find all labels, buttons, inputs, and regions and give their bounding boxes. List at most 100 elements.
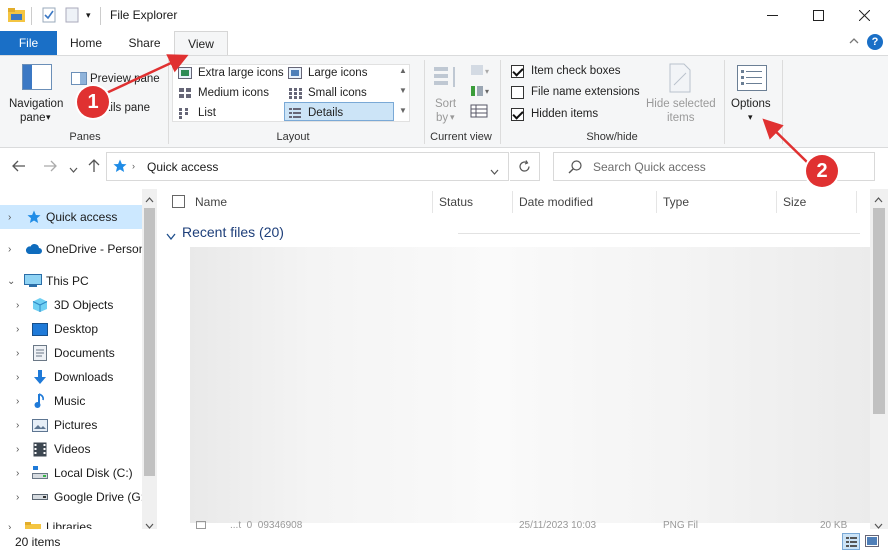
sort-by-button[interactable]: Sort [435,98,456,110]
recent-locations-chevron-icon[interactable] [69,162,78,176]
details-pane-button[interactable]: ails pane [104,102,150,114]
layout-expand-icon[interactable]: ▼ [399,106,407,115]
preview-pane-button[interactable]: Preview pane [90,73,160,85]
address-bar[interactable]: › Quick access [106,152,509,181]
group-header-recent-files[interactable]: Recent files (20) [182,224,284,240]
expand-chevron-icon[interactable]: › [8,244,11,255]
sidebar-item-this-pc[interactable]: ⌄ This PC [0,269,142,293]
sidebar-item-label: 3D Objects [54,298,114,312]
large-icons-icon [288,67,302,82]
layout-scroll-up-icon[interactable]: ▲ [399,66,407,75]
sidebar-item-onedrive[interactable]: › OneDrive - Person [0,237,142,261]
details-view-toggle-icon[interactable] [842,533,860,550]
back-arrow-icon[interactable] [12,160,26,175]
layout-scroll-down-icon[interactable]: ▼ [399,86,407,95]
navigation-pane-dropdown-icon[interactable]: ▾ [46,112,51,123]
tab-share[interactable]: Share [117,31,172,55]
address-path[interactable]: Quick access [147,160,218,174]
group-label-panes: Panes [69,131,101,143]
new-folder-icon[interactable] [64,7,80,25]
sort-by-dropdown-icon[interactable]: ▾ [450,112,455,123]
layout-list[interactable]: List [198,107,216,119]
sidebar-item-quick-access[interactable]: › Quick access [0,205,142,229]
minimize-button[interactable] [749,0,795,31]
address-separator-icon[interactable]: › [132,161,135,171]
sidebar-item-videos[interactable]: › Videos [0,437,142,461]
options-dropdown-icon[interactable]: ▾ [748,112,753,123]
sidebar-item-music[interactable]: › Music [0,389,142,413]
close-button[interactable] [841,0,887,31]
sidebar-item-documents[interactable]: › Documents [0,341,142,365]
tab-view[interactable]: View [174,31,228,56]
refresh-button[interactable] [510,152,540,181]
navigation-pane-button[interactable]: Navigation [9,98,63,110]
tab-home[interactable]: Home [60,31,112,55]
layout-small-icons[interactable]: Small icons [308,87,367,99]
size-columns-icon[interactable] [470,104,488,121]
file-name-extensions-label[interactable]: File name extensions [531,86,640,98]
hide-selected-items-button[interactable]: Hide selected [646,98,716,110]
sidebar-item-pictures[interactable]: › Pictures [0,413,142,437]
hidden-items-label[interactable]: Hidden items [531,108,598,120]
sidebar-item-3d-objects[interactable]: › 3D Objects [0,293,142,317]
navigation-pane-button-line2[interactable]: pane [20,112,46,124]
drive-icon [32,494,48,500]
collapse-chevron-icon[interactable]: ⌄ [7,276,15,287]
sidebar-scroll-up-icon[interactable] [145,192,154,206]
expand-chevron-icon[interactable]: › [8,522,11,530]
options-button[interactable]: Options [731,98,771,110]
sidebar-scroll-thumb[interactable] [144,208,155,476]
item-check-boxes-label[interactable]: Item check boxes [531,65,620,77]
add-columns-icon[interactable]: ▾ [470,84,492,101]
column-header-size[interactable]: Size [783,189,853,215]
expand-chevron-icon[interactable]: › [16,348,19,359]
expand-chevron-icon[interactable]: › [8,212,11,223]
expand-chevron-icon[interactable]: › [16,300,19,311]
quick-access-dropdown-icon[interactable]: ▾ [86,10,91,28]
layout-medium-icons[interactable]: Medium icons [198,87,269,99]
search-input[interactable]: Search Quick access [593,160,706,174]
help-icon[interactable]: ? [867,34,883,50]
expand-chevron-icon[interactable]: › [16,420,19,431]
hide-selected-items-icon [668,63,692,96]
sidebar-item-google-drive[interactable]: › Google Drive (G: [0,485,142,509]
column-header-date-modified[interactable]: Date modified [519,189,649,215]
address-dropdown-icon[interactable] [490,164,499,178]
sidebar-item-local-disk[interactable]: › Local Disk (C:) [0,461,142,485]
item-check-boxes-checkbox[interactable] [511,65,524,78]
hide-selected-items-button-line2[interactable]: items [667,112,694,124]
maximize-button[interactable] [795,0,841,31]
select-all-checkbox[interactable] [172,195,185,208]
expand-chevron-icon[interactable]: › [16,372,19,383]
layout-large-icons[interactable]: Large icons [308,67,367,79]
tab-file[interactable]: File [0,31,57,55]
layout-extra-large-icons[interactable]: Extra large icons [198,67,284,79]
divider [782,60,783,144]
expand-chevron-icon[interactable]: › [16,492,19,503]
expand-chevron-icon[interactable]: › [16,444,19,455]
sidebar-item-downloads[interactable]: › Downloads [0,365,142,389]
sidebar-item-libraries[interactable]: › Libraries [0,515,142,529]
layout-details[interactable]: Details [308,107,343,119]
properties-icon[interactable] [41,7,57,25]
expand-chevron-icon[interactable]: › [16,468,19,479]
column-header-type[interactable]: Type [663,189,773,215]
divider [31,7,32,25]
file-name-extensions-checkbox[interactable] [511,86,524,99]
expand-chevron-icon[interactable]: › [16,324,19,335]
content-scroll-up-icon[interactable] [874,192,883,206]
sort-by-button-line2[interactable]: by [436,112,448,124]
expand-chevron-icon[interactable]: › [16,396,19,407]
column-header-name[interactable]: Name [195,189,425,215]
up-arrow-icon[interactable] [88,159,100,176]
content-scroll-thumb[interactable] [873,208,885,414]
column-header-status[interactable]: Status [439,189,509,215]
forward-arrow-icon[interactable] [43,160,57,175]
large-icons-view-toggle-icon[interactable] [864,534,880,552]
group-by-icon[interactable]: ▾ [470,64,492,81]
sidebar-item-label: Downloads [54,370,114,384]
sidebar-item-desktop[interactable]: › Desktop [0,317,142,341]
hidden-items-checkbox[interactable] [511,108,524,121]
group-collapse-chevron-icon[interactable] [166,229,176,243]
collapse-ribbon-icon[interactable] [848,35,860,50]
